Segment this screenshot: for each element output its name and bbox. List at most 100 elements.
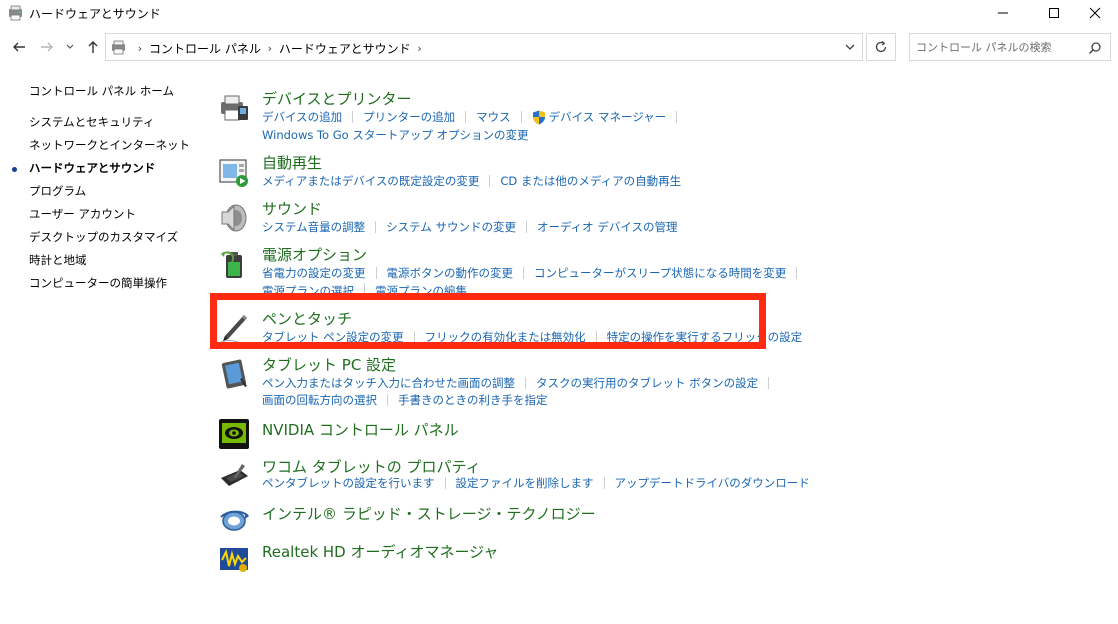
speaker-icon[interactable] [218, 202, 250, 234]
minimize-button[interactable] [980, 0, 1026, 26]
refresh-icon [875, 40, 887, 53]
chevron-down-icon [845, 44, 855, 50]
category-links: Windows To Go スタートアップ オプションの変更 [262, 127, 529, 143]
chevron-down-icon [66, 44, 74, 49]
sidebar-item-user-accounts[interactable]: ユーザー アカウント [0, 206, 200, 229]
category-title[interactable]: Realtek HD オーディオマネージャ [262, 541, 498, 562]
link-divider [676, 111, 678, 123]
link-add-device[interactable]: デバイスの追加 [262, 109, 342, 125]
sidebar-control-panel-home[interactable]: コントロール パネル ホーム [29, 83, 174, 99]
link-cd-autoplay[interactable]: CD または他のメディアの自動再生 [500, 173, 681, 189]
category-links: システム音量の調整 システム サウンドの変更 オーディオ デバイスの管理 [262, 219, 677, 235]
category-nvidia-control-panel: NVIDIA コントロール パネル [214, 416, 1114, 452]
link-device-manager[interactable]: デバイス マネージャー [549, 109, 667, 125]
category-autoplay: 自動再生 メディアまたはデバイスの既定設定の変更 CD または他のメディアの自動… [214, 150, 1114, 194]
close-icon [1089, 7, 1101, 19]
sidebar-item-label: システムとセキュリティ [29, 115, 155, 129]
sidebar-item-clock-region[interactable]: 時計と地域 [0, 252, 200, 275]
category-links: メディアまたはデバイスの既定設定の変更 CD または他のメディアの自動再生 [262, 173, 681, 189]
category-title[interactable]: タブレット PC 設定 [262, 354, 396, 375]
link-power-button-action[interactable]: 電源ボタンの動作の変更 [387, 265, 514, 281]
back-arrow-icon [13, 42, 25, 52]
link-download-driver[interactable]: アップデートドライバのダウンロード [615, 475, 810, 491]
link-manage-audio-devices[interactable]: オーディオ デバイスの管理 [537, 219, 678, 235]
search-input[interactable] [916, 38, 1084, 56]
wacom-icon[interactable] [218, 460, 250, 492]
link-screen-rotation[interactable]: 画面の回転方向の選択 [262, 392, 377, 408]
link-divider [352, 111, 354, 123]
category-title[interactable]: 自動再生 [262, 152, 322, 173]
category-wacom-tablet-properties: ワコム タブレットの プロパティ ペンタブレットの設定を行います 設定ファイルを… [214, 454, 1114, 498]
hardware-sound-icon [7, 4, 25, 22]
realtek-icon[interactable] [218, 542, 250, 574]
link-sleep-time[interactable]: コンピューターがスリープ状態になる時間を変更 [534, 265, 786, 281]
category-intel-rst: インテル® ラピッド・ストレージ・テクノロジー [214, 500, 1114, 536]
autoplay-icon[interactable] [218, 156, 250, 188]
sidebar-item-label: コンピューターの簡単操作 [29, 276, 167, 290]
link-divider [525, 221, 527, 233]
sidebar-item-network-internet[interactable]: ネットワークとインターネット [0, 137, 200, 160]
link-add-printer[interactable]: プリンターの追加 [363, 109, 455, 125]
title-bar: ハードウェアとサウンド [0, 0, 1118, 26]
link-windows-to-go[interactable]: Windows To Go スタートアップ オプションの変更 [262, 127, 529, 143]
breadcrumb-chevron-icon[interactable]: › [132, 42, 148, 55]
sidebar-list: システムとセキュリティ ネットワークとインターネット ハードウェアとサウンド プ… [0, 114, 200, 298]
link-divider [489, 175, 491, 187]
category-tablet-pc-settings: タブレット PC 設定 ペン入力またはタッチ入力に合わせた画面の調整 タスクの実… [214, 352, 1114, 412]
link-calibrate-screen[interactable]: ペン入力またはタッチ入力に合わせた画面の調整 [262, 375, 515, 391]
link-delete-settings-file[interactable]: 設定ファイルを削除します [456, 475, 594, 491]
link-adjust-system-volume[interactable]: システム音量の調整 [262, 219, 365, 235]
category-title[interactable]: 電源オプション [262, 244, 367, 265]
category-sound: サウンド システム音量の調整 システム サウンドの変更 オーディオ デバイスの管… [214, 196, 1114, 240]
link-change-default-media-settings[interactable]: メディアまたはデバイスの既定設定の変更 [262, 173, 479, 189]
printer-icon[interactable] [218, 92, 250, 124]
breadcrumb-control-panel[interactable]: コントロール パネル [148, 40, 262, 57]
link-divider [465, 111, 467, 123]
sidebar-item-label: デスクトップのカスタマイズ [29, 230, 179, 244]
link-tablet-buttons[interactable]: タスクの実行用のタブレット ボタンの設定 [536, 375, 758, 391]
refresh-button[interactable] [866, 33, 896, 61]
breadcrumb-hardware-sound[interactable]: ハードウェアとサウンド [278, 40, 412, 57]
maximize-button[interactable] [1031, 0, 1077, 26]
intel-rst-icon[interactable] [218, 504, 250, 536]
up-button[interactable] [84, 38, 102, 56]
category-title[interactable]: ワコム タブレットの プロパティ [262, 456, 481, 477]
sidebar-item-system-security[interactable]: システムとセキュリティ [0, 114, 200, 137]
link-change-system-sounds[interactable]: システム サウンドの変更 [386, 219, 516, 235]
maximize-icon [1049, 8, 1059, 18]
breadcrumb: › コントロール パネル › ハードウェアとサウンド › [132, 40, 428, 57]
recent-locations-button[interactable] [63, 38, 77, 56]
category-realtek-audio-manager: Realtek HD オーディオマネージャ [214, 538, 1114, 574]
address-bar[interactable]: › コントロール パネル › ハードウェアとサウンド › [105, 33, 863, 61]
back-button[interactable] [10, 38, 28, 56]
category-devices-printers: デバイスとプリンター デバイスの追加 プリンターの追加 マウス デバイス マネー… [214, 86, 1114, 146]
sidebar-item-programs[interactable]: プログラム [0, 183, 200, 206]
link-mouse[interactable]: マウス [476, 109, 511, 125]
link-handedness[interactable]: 手書きのときの利き手を指定 [398, 392, 548, 408]
link-divider [768, 377, 770, 389]
link-divider [520, 111, 522, 123]
address-history-dropdown[interactable] [840, 37, 860, 57]
close-button[interactable] [1072, 0, 1118, 26]
link-change-power-saving[interactable]: 省電力の設定の変更 [262, 265, 366, 281]
sidebar-item-label: プログラム [29, 184, 87, 198]
forward-button[interactable] [38, 38, 56, 56]
link-divider [387, 394, 388, 406]
category-title[interactable]: サウンド [262, 198, 322, 219]
breadcrumb-chevron-icon[interactable]: › [412, 42, 428, 55]
battery-icon[interactable] [218, 248, 250, 280]
tablet-icon[interactable] [218, 358, 250, 390]
sidebar-item-personalization[interactable]: デスクトップのカスタマイズ [0, 229, 200, 252]
search-icon[interactable] [1088, 40, 1102, 59]
search-box[interactable] [909, 33, 1111, 61]
link-pen-tablet-settings[interactable]: ペンタブレットの設定を行います [262, 475, 435, 491]
minimize-icon [998, 12, 1008, 14]
category-links: ペンタブレットの設定を行います 設定ファイルを削除します アップデートドライバの… [262, 475, 810, 491]
breadcrumb-chevron-icon[interactable]: › [262, 42, 278, 55]
link-divider [375, 267, 377, 279]
category-title[interactable]: インテル® ラピッド・ストレージ・テクノロジー [262, 503, 596, 524]
category-title[interactable]: NVIDIA コントロール パネル [262, 419, 459, 440]
nvidia-icon[interactable] [218, 418, 250, 450]
category-title[interactable]: デバイスとプリンター [262, 88, 412, 109]
sidebar-item-ease-of-access[interactable]: コンピューターの簡単操作 [0, 275, 200, 298]
